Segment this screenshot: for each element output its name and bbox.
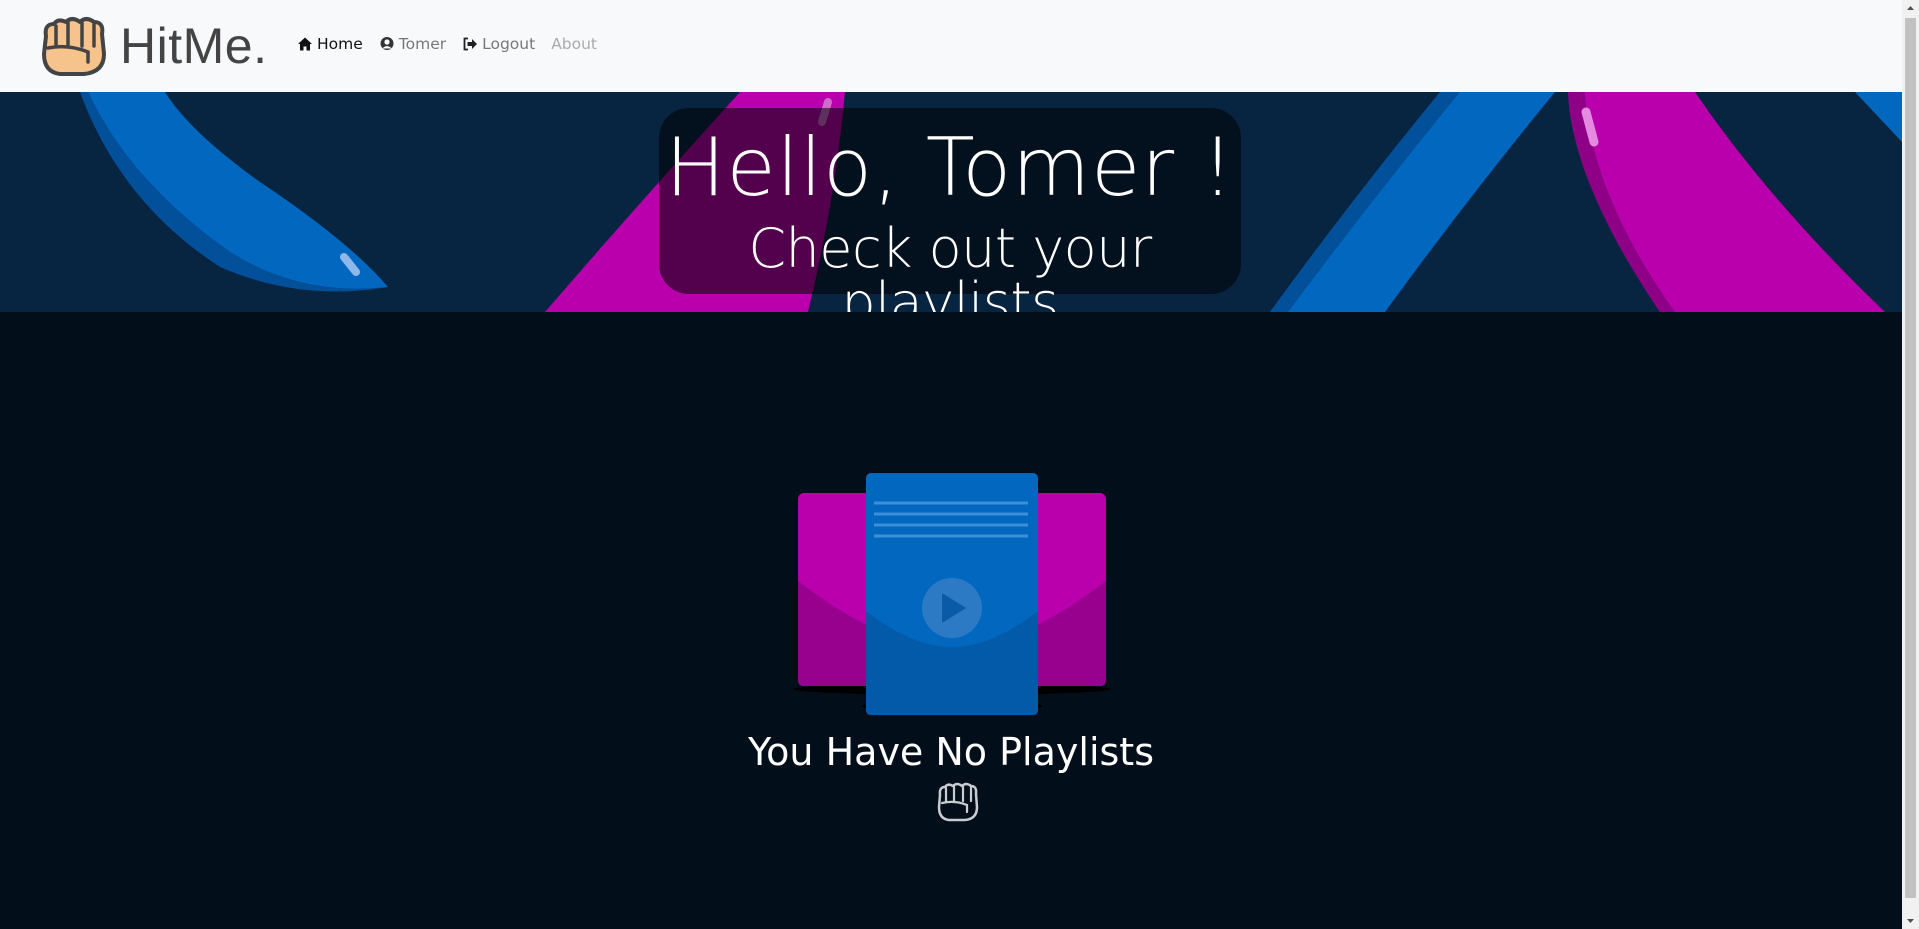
brand[interactable]: HitMe.: [38, 14, 267, 78]
nav-profile[interactable]: Tomer: [379, 35, 446, 53]
empty-playlists-illustration: [794, 473, 1110, 715]
empty-state-message: You Have No Playlists: [748, 730, 1154, 774]
fist-icon: [42, 17, 106, 76]
home-icon: [298, 37, 312, 51]
main-content: You Have No Playlists: [0, 312, 1902, 929]
nav-logout[interactable]: Logout: [462, 35, 535, 53]
nav-logout-label: Logout: [482, 35, 536, 53]
user-icon: [380, 37, 394, 50]
nav-about[interactable]: About: [551, 35, 597, 53]
scrollbar-thumb[interactable]: [1905, 18, 1916, 898]
scroll-up-arrow-icon[interactable]: [1902, 0, 1919, 17]
nav-home-label: Home: [317, 35, 363, 53]
main-nav: Home Tomer Logout About: [297, 35, 613, 53]
nav-about-label: About: [551, 35, 598, 53]
page-scrollbar[interactable]: [1902, 0, 1919, 929]
navbar: HitMe. Home Tomer Logout About: [0, 0, 1902, 93]
logout-icon: [463, 37, 478, 51]
greeting-title: Hello, Tomer !: [665, 121, 1235, 214]
brand-name: HitMe.: [120, 18, 268, 74]
greeting-card: Hello, Tomer ! Check out your playlists: [659, 108, 1241, 330]
scroll-down-arrow-icon[interactable]: [1902, 912, 1919, 929]
fist-icon: [937, 782, 979, 822]
nav-profile-label: Tomer: [398, 35, 447, 53]
nav-home[interactable]: Home: [297, 35, 363, 53]
